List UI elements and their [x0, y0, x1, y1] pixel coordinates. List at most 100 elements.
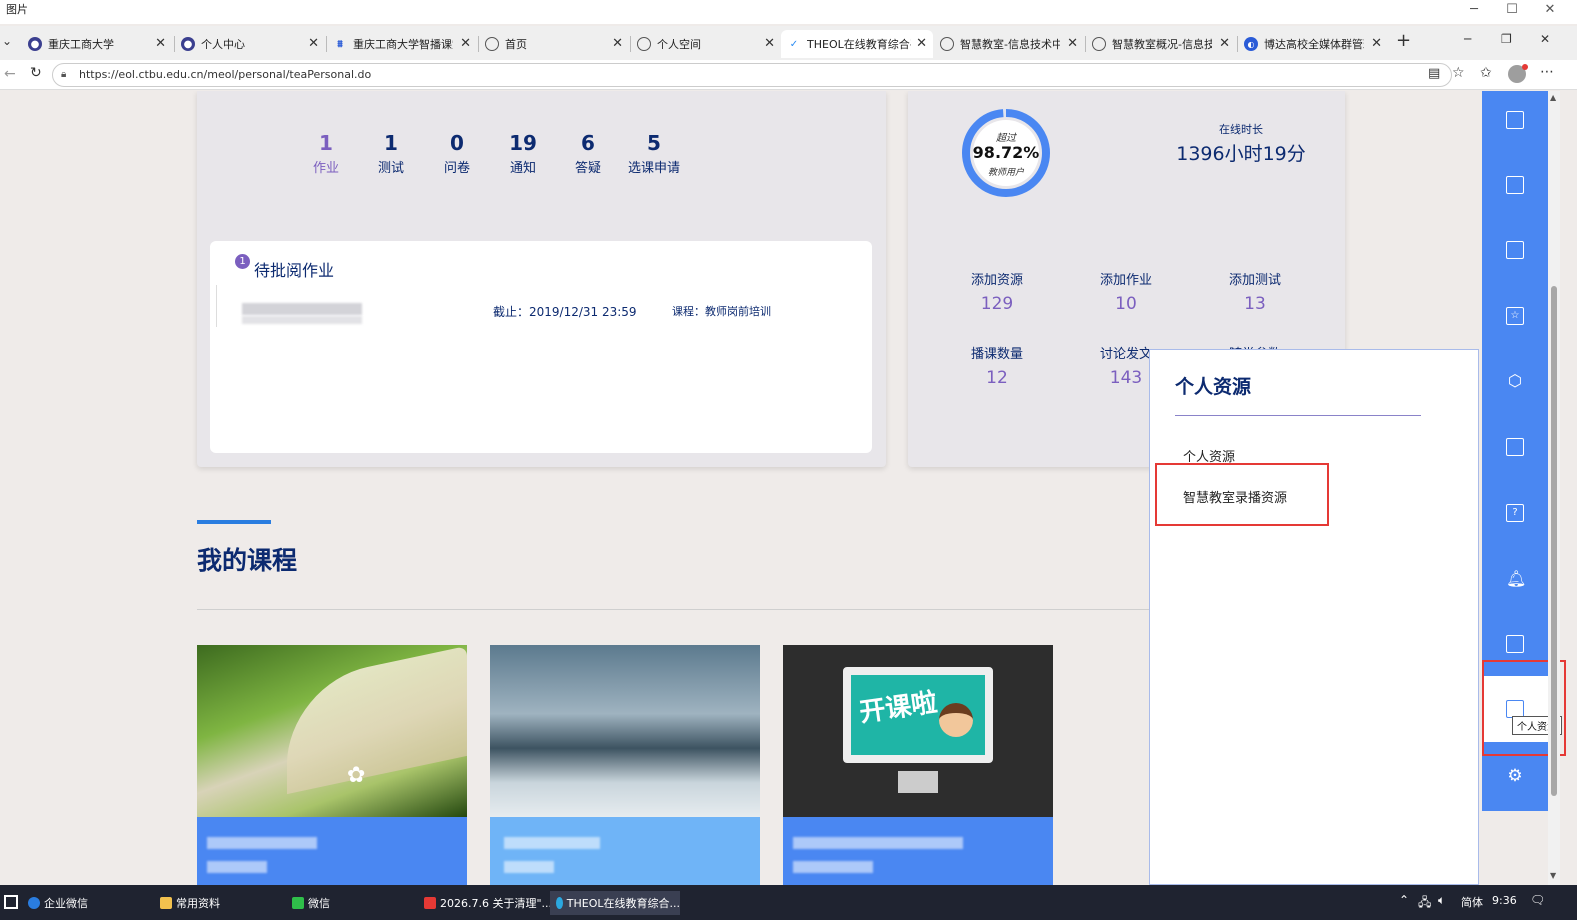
stat-test[interactable]: 1 测试 [356, 131, 426, 176]
minimize-button[interactable]: ─ [1455, 0, 1493, 20]
ring-caption-top: 超过 [996, 133, 1016, 144]
course-card[interactable] [490, 645, 760, 885]
course-card[interactable]: ✿ [197, 645, 467, 885]
classroom-icon[interactable] [1506, 241, 1524, 259]
scroll-down-icon[interactable]: ▼ [1550, 871, 1556, 880]
reader-icon[interactable]: ▤ [1428, 66, 1440, 81]
tab-label: 博达高校全媒体群管理 [1264, 38, 1364, 51]
close-button[interactable]: ✕ [1531, 0, 1569, 20]
tab-smart-class[interactable]: ⩩ 重庆工商大学智播课堂 ✕ [327, 30, 477, 58]
tab-theol[interactable]: ✓ THEOL在线教育综合平台 ✕ [781, 30, 933, 58]
metric-value: 10 [1115, 294, 1137, 314]
stat-course-apply[interactable]: 5 选课申请 [619, 131, 689, 176]
taskbar-label: 微信 [308, 897, 330, 910]
tab-label: 重庆工商大学智播课堂 [353, 38, 453, 51]
metric-homework: 添加作业 10 [1071, 269, 1181, 314]
course-card[interactable]: 开课啦 [783, 645, 1053, 885]
taskbar-item-wechat[interactable]: 微信 [292, 891, 330, 915]
book-icon[interactable] [1506, 111, 1524, 129]
back-icon[interactable]: ← [4, 66, 16, 82]
tab-smart-room-overview[interactable]: 智慧教室概况-信息技术 ✕ [1086, 30, 1236, 58]
pending-course[interactable]: 课程：教师岗前培训 [672, 303, 771, 319]
minimize-icon[interactable]: ─ [1464, 32, 1471, 46]
taskbar-label: THEOL在线教育综合... [566, 897, 680, 910]
tab-label: THEOL在线教育综合平台 [807, 38, 911, 51]
screen-icon[interactable] [1506, 438, 1524, 456]
tab-home[interactable]: 首页 ✕ [479, 30, 629, 58]
maximize-button[interactable]: ☐ [1493, 0, 1531, 20]
theol-logo-icon: ✓ [789, 38, 799, 50]
question-icon[interactable]: ? [1506, 504, 1524, 522]
close-tab-icon[interactable]: ✕ [1219, 36, 1230, 51]
blurred-course-name [504, 837, 600, 849]
stat-qa[interactable]: 6 答疑 [553, 131, 623, 176]
scroll-thumb[interactable] [1551, 286, 1557, 796]
taskbar-label: 2026.7.6 关于清理"... [440, 897, 553, 910]
stat-homework[interactable]: 1 作业 [291, 131, 361, 176]
blurred-homework-title[interactable] [242, 303, 362, 315]
new-tab-icon[interactable]: + [1396, 30, 1411, 51]
blurred-course-name [207, 837, 317, 849]
close-tab-icon[interactable]: ✕ [612, 36, 623, 51]
close-tab-icon[interactable]: ✕ [764, 36, 775, 51]
tab-personal-center[interactable]: ● 个人中心 ✕ [175, 30, 325, 58]
close-tab-icon[interactable]: ✕ [460, 36, 471, 51]
restore-icon[interactable]: ❐ [1501, 32, 1512, 46]
close-tab-icon[interactable]: ✕ [916, 36, 927, 51]
volume-icon[interactable]: 🔈︎ [1438, 893, 1445, 908]
tab-smart-room-itc[interactable]: 智慧教室-信息技术中心 ✕ [934, 30, 1084, 58]
scroll-up-icon[interactable]: ▲ [1550, 93, 1556, 102]
url-input[interactable]: 🔒︎ https://eol.ctbu.edu.cn/meol/personal… [52, 63, 1452, 87]
clock[interactable]: 9:36 [1492, 894, 1517, 907]
taskbar-item-wps[interactable]: 2026.7.6 关于清理"... [424, 891, 552, 915]
favorites-list-icon[interactable]: ✩ [1480, 65, 1492, 81]
monitor-stand [898, 771, 938, 793]
hexagon-icon[interactable]: ⬡ [1506, 372, 1524, 390]
stat-label: 问卷 [443, 161, 470, 176]
tab-list-chevron-icon[interactable]: ⌄ [2, 34, 12, 48]
close-window-icon[interactable]: ✕ [1540, 32, 1550, 46]
taskbar-item-folder[interactable]: 常用资料 [160, 891, 220, 915]
stat-questionnaire[interactable]: 0 问卷 [422, 131, 492, 176]
metric-resources: 添加资源 129 [942, 269, 1052, 314]
close-tab-icon[interactable]: ✕ [308, 36, 319, 51]
avatar-status-dot [1522, 64, 1528, 70]
highlight-box [1155, 463, 1329, 526]
taskbar-item-edge[interactable]: THEOL在线教育综合... [550, 891, 680, 915]
favorite-icon[interactable]: ☆ [1452, 65, 1465, 81]
url-text: https://eol.ctbu.edu.cn/meol/personal/te… [79, 68, 372, 81]
window-controls: ─ ☐ ✕ [1455, 0, 1569, 20]
gear-icon[interactable]: ⚙ [1506, 767, 1524, 785]
course-info-bar [490, 817, 760, 885]
taskbar-item-wecom[interactable]: 企业微信 [28, 891, 88, 915]
vertical-scrollbar[interactable]: ▲ ▼ [1548, 91, 1560, 885]
more-icon[interactable]: ⋯ [1540, 64, 1554, 80]
bell-icon[interactable]: 🔔︎ [1506, 570, 1526, 588]
pending-count-badge: 1 [235, 254, 250, 269]
ime-language[interactable]: 简体 [1461, 894, 1483, 910]
metric-value: 129 [980, 294, 1014, 314]
smart-class-logo-icon: ⩩ [337, 38, 343, 50]
close-tab-icon[interactable]: ✕ [155, 36, 166, 51]
close-tab-icon[interactable]: ✕ [1067, 36, 1078, 51]
tray-chevron-icon[interactable]: ⌃ [1399, 893, 1409, 907]
tab-personal-space[interactable]: 个人空间 ✕ [631, 30, 781, 58]
tab-boda[interactable]: ◐ 博达高校全媒体群管理 ✕ [1238, 30, 1388, 58]
close-tab-icon[interactable]: ✕ [1371, 36, 1382, 51]
blurred-course-teacher [207, 861, 267, 873]
stat-notice[interactable]: 19 通知 [488, 131, 558, 176]
network-icon[interactable]: 🖧︎ [1418, 893, 1431, 914]
notification-icon[interactable]: 🗨︎ [1530, 893, 1545, 907]
tab-label: 个人中心 [201, 38, 245, 51]
start-icon[interactable] [4, 895, 18, 909]
tab-label: 智慧教室概况-信息技术 [1112, 38, 1212, 51]
ring-caption-bottom: 教师用户 [987, 168, 1024, 178]
refresh-icon[interactable]: ↻ [30, 65, 42, 81]
video-icon[interactable] [1506, 176, 1524, 194]
tab-ctbu[interactable]: ● 重庆工商大学 ✕ [22, 30, 172, 58]
star-icon[interactable]: ☆ [1506, 307, 1524, 325]
metric-broadcasts: 播课数量 12 [942, 343, 1052, 388]
pending-homework-card: 1 待批阅作业 截止：2019/12/31 23:59 课程：教师岗前培训 [210, 241, 872, 453]
resource-icon[interactable] [1506, 635, 1524, 653]
tab-label: 重庆工商大学 [48, 38, 114, 51]
